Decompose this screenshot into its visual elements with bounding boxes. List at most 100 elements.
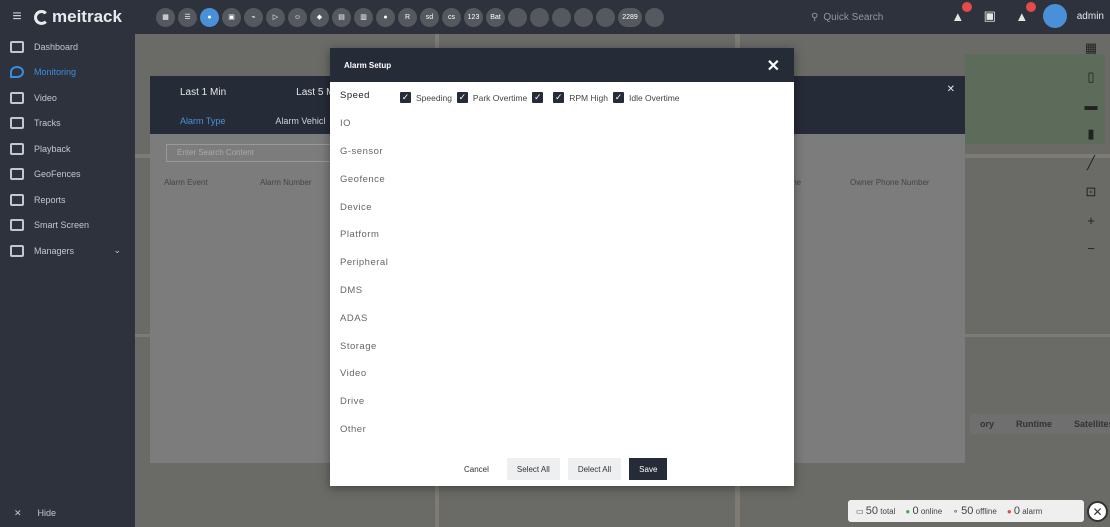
toolbar-blank-2[interactable] — [530, 7, 549, 27]
sidebar-item-tracks[interactable]: Tracks — [0, 111, 135, 137]
category-geofence[interactable]: Geofence — [340, 165, 400, 193]
signal-icon[interactable]: ▥ — [354, 7, 373, 27]
offline-status[interactable]: ⚬ 50 offline — [952, 505, 997, 517]
deselect-all-button[interactable]: Delect All — [567, 458, 622, 480]
sidebar-item-managers[interactable]: Managers ⌄ — [0, 238, 135, 264]
close-icon: ✕ — [14, 507, 22, 518]
checkbox-checked-icon[interactable]: ✓ — [612, 92, 624, 103]
alert-dot — [1025, 2, 1036, 12]
column-alarm-number: Alarm Number — [260, 177, 312, 187]
layers-icon[interactable]: ▦ — [1085, 40, 1097, 56]
draw-icon[interactable]: ╱ — [1087, 155, 1095, 171]
category-g-sensor[interactable]: G-sensor — [340, 138, 400, 166]
category-video[interactable]: Video — [340, 360, 400, 388]
sidebar-item-label: Tracks — [34, 118, 61, 129]
checkbox-checked-icon[interactable]: ✓ — [400, 92, 411, 103]
sidebar-item-playback[interactable]: Playback — [0, 136, 135, 162]
option-idle-overtime[interactable]: ✓ Idle Overtime — [612, 92, 680, 103]
option-rpm-high[interactable]: ✓ RPM High — [553, 92, 608, 103]
tab-alarm-vehicle[interactable]: Alarm Vehicl — [275, 116, 325, 126]
tab-runtime[interactable]: Runtime — [1016, 419, 1052, 429]
online-label: online — [920, 507, 943, 516]
alert-icon[interactable]: ▲ — [1011, 2, 1036, 27]
category-dms[interactable]: DMS — [340, 277, 400, 305]
ruler-icon[interactable]: ▬ — [1085, 98, 1098, 113]
pin-icon[interactable]: ▮ — [1087, 126, 1094, 142]
cancel-button[interactable]: Cancel — [454, 458, 499, 480]
category-storage[interactable]: Storage — [340, 332, 400, 360]
badge-bat[interactable]: Bat — [486, 7, 505, 27]
category-peripheral[interactable]: Peripheral — [340, 249, 400, 277]
option-label: Speeding — [416, 92, 452, 103]
book-icon[interactable]: ▯ — [1087, 69, 1094, 85]
total-status[interactable]: ▭ 50 total — [856, 505, 895, 517]
category-platform[interactable]: Platform — [340, 221, 400, 249]
category-device[interactable]: Device — [340, 193, 400, 221]
toolbar-blank-6[interactable] — [645, 7, 664, 27]
offline-label: offline — [975, 507, 997, 516]
category-speed[interactable]: Speed — [340, 82, 400, 110]
badge-cs[interactable]: cs — [442, 7, 461, 27]
select-all-button[interactable]: Select All — [506, 458, 560, 480]
message-icon[interactable]: ▣ — [979, 5, 1001, 27]
zoom-in-icon[interactable]: + — [1087, 213, 1095, 228]
sidebar-item-dashboard[interactable]: Dashboard — [0, 34, 135, 60]
online-status[interactable]: ● 0 online — [905, 505, 942, 517]
export-icon[interactable]: ⊡ — [1086, 184, 1097, 200]
hide-sidebar-button[interactable]: ✕ Hide — [0, 499, 135, 527]
category-adas[interactable]: ADAS — [340, 304, 400, 332]
option-park-overtime[interactable]: ✓ Park Overtime — [456, 92, 527, 103]
option-unlabeled[interactable]: ✓ — [532, 92, 548, 103]
sidebar-item-smart-screen[interactable]: Smart Screen — [0, 213, 135, 239]
zoom-out-icon[interactable]: − — [1087, 241, 1095, 256]
tab-history[interactable]: ory — [980, 419, 994, 429]
dot-icon[interactable]: ● — [376, 7, 395, 27]
toolbar-blank-4[interactable] — [574, 7, 593, 27]
checkbox-checked-icon[interactable]: ✓ — [456, 92, 468, 103]
badge-r[interactable]: R — [398, 7, 417, 27]
tab-satellites[interactable]: Satellites — [1074, 419, 1110, 429]
toolbar-blank-5[interactable] — [596, 7, 615, 27]
sidebar-item-reports[interactable]: Reports — [0, 187, 135, 213]
quick-search[interactable]: ⚲ Quick Search — [805, 7, 960, 27]
badge-123[interactable]: 123 — [464, 7, 483, 27]
sidebar-item-geofences[interactable]: GeoFences — [0, 162, 135, 188]
list-icon[interactable]: ☰ — [178, 7, 197, 27]
checkbox-checked-icon[interactable]: ✓ — [553, 92, 565, 103]
top-bar: ≡ meitrack ▦ ☰ ● ▣ ⌁ ▷ ☺ ◆ ▤ ▥ ● R sd cs… — [0, 0, 1110, 34]
location-icon[interactable]: ● — [200, 7, 219, 27]
category-other[interactable]: Other — [340, 416, 400, 444]
tab-alarm-type[interactable]: Alarm Type — [180, 116, 225, 126]
close-icon[interactable]: ✕ — [767, 56, 780, 76]
save-button[interactable]: Save — [629, 458, 668, 480]
category-io[interactable]: IO — [340, 110, 400, 138]
notification-icon[interactable]: ▲ — [947, 2, 972, 27]
sidebar-item-monitoring[interactable]: Monitoring — [0, 60, 135, 86]
count-badge[interactable]: 2289 — [618, 7, 642, 27]
checkbox-checked-icon[interactable]: ✓ — [532, 92, 544, 103]
tab-last-1-min[interactable]: Last 1 Min — [180, 87, 226, 98]
user-name[interactable]: admin — [1077, 11, 1104, 22]
menu-icon[interactable]: ≡ — [0, 0, 34, 34]
alarm-status[interactable]: ● 0 alarm — [1007, 505, 1042, 517]
hide-label: Hide — [37, 508, 57, 518]
option-speeding[interactable]: ✓ Speeding — [400, 92, 452, 103]
toolbar-blank-1[interactable] — [508, 7, 527, 27]
user-icon[interactable]: ☺ — [288, 7, 307, 27]
avatar[interactable] — [1042, 4, 1067, 28]
category-drive[interactable]: Drive — [340, 388, 400, 416]
sidebar-item-video[interactable]: Video — [0, 85, 135, 111]
tracks-icon[interactable]: ⌁ — [244, 7, 263, 27]
close-icon[interactable]: ✕ — [947, 84, 955, 95]
tracks-icon — [10, 117, 24, 130]
video-icon[interactable]: ▣ — [222, 7, 241, 27]
card-icon[interactable]: ▤ — [332, 7, 351, 27]
offline-icon: ⚬ — [952, 507, 959, 516]
close-icon[interactable]: ✕ — [1087, 501, 1108, 522]
dashboard-icon[interactable]: ▦ — [156, 7, 175, 27]
badge-sd[interactable]: sd — [420, 7, 439, 27]
toolbar-blank-3[interactable] — [552, 7, 571, 27]
car-icon[interactable]: ◆ — [310, 7, 329, 27]
total-count: 50 — [865, 505, 879, 517]
playback-icon[interactable]: ▷ — [266, 7, 285, 27]
